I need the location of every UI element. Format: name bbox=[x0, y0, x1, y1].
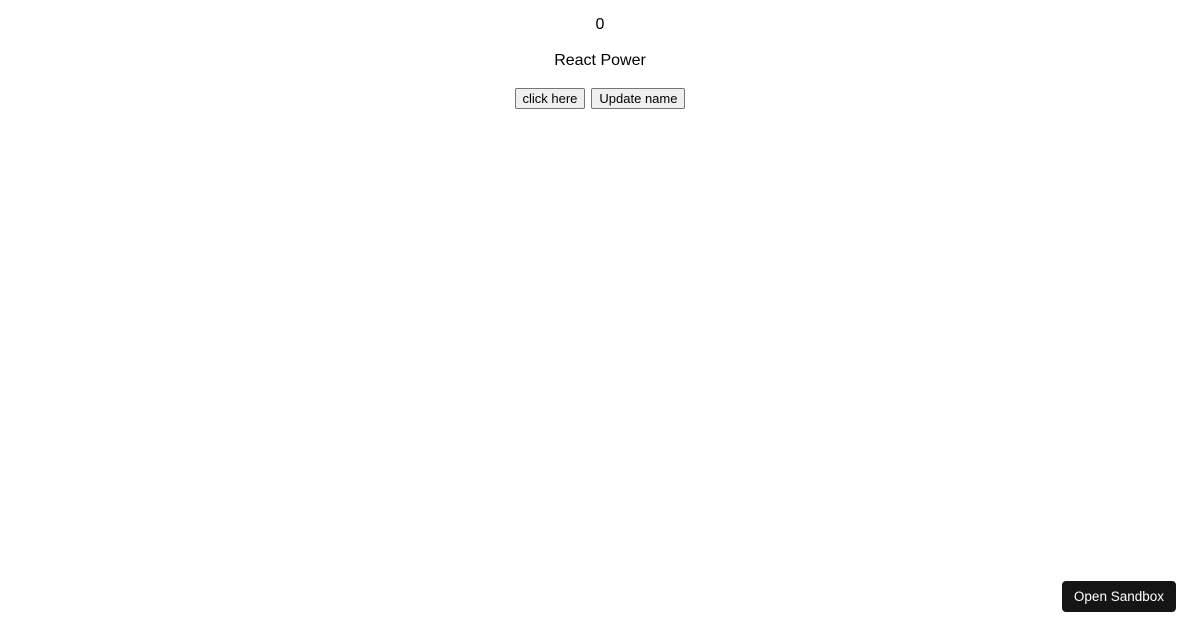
update-name-button[interactable]: Update name bbox=[591, 88, 685, 109]
counter-value: 0 bbox=[0, 16, 1200, 34]
click-here-button[interactable]: click here bbox=[515, 88, 586, 109]
button-row: click here Update name bbox=[0, 88, 1200, 109]
open-sandbox-button[interactable]: Open Sandbox bbox=[1062, 581, 1176, 612]
page-title: React Power bbox=[0, 52, 1200, 70]
main-content: 0 React Power click here Update name bbox=[0, 0, 1200, 109]
